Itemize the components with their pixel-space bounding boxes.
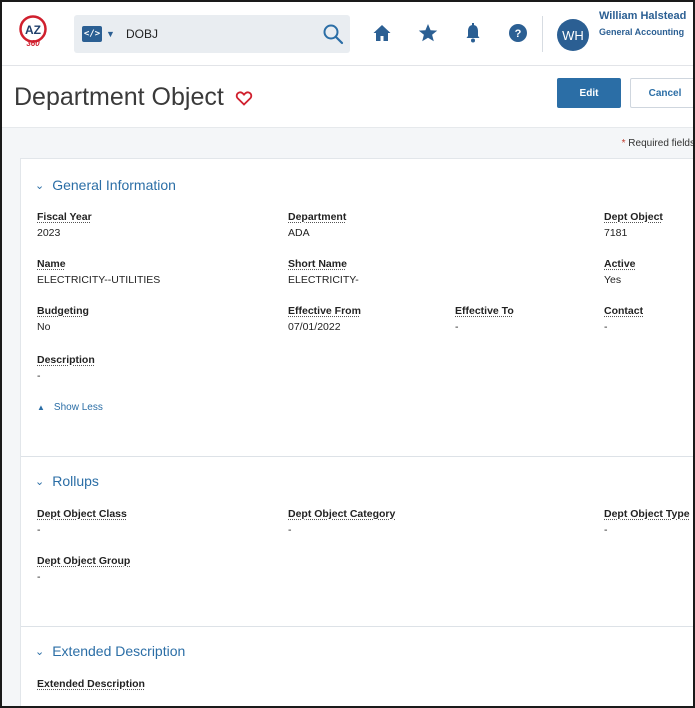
triangle-up-icon: ▲ xyxy=(37,403,45,412)
home-icon[interactable] xyxy=(371,22,393,44)
show-less-label: Show Less xyxy=(53,402,103,413)
cancel-button[interactable]: Cancel xyxy=(630,78,693,108)
page-header: Department Object Edit Cancel xyxy=(2,66,693,128)
extended-description-label: Extended Description xyxy=(37,678,145,690)
help-icon[interactable]: ? xyxy=(507,22,529,44)
dept-object-type-label: Dept Object Type xyxy=(604,508,690,520)
section-rollups-title: Rollups xyxy=(52,473,99,489)
search-bar: </> ▼ xyxy=(74,15,350,53)
dept-object-label: Dept Object xyxy=(604,211,663,223)
page-title: Department Object xyxy=(14,83,224,111)
show-less-link[interactable]: ▲ Show Less xyxy=(37,402,103,413)
required-fields-note: * Required fields xyxy=(622,138,695,149)
svg-text:360: 360 xyxy=(26,39,40,47)
effective-to-value: - xyxy=(455,321,459,333)
effective-from-label: Effective From xyxy=(288,305,361,317)
effective-to-label: Effective To xyxy=(455,305,514,317)
budgeting-label: Budgeting xyxy=(37,305,89,317)
app-frame: AZ 360 </> ▼ DOBJ ? WH William Halstead … xyxy=(0,0,695,708)
required-text: Required fields xyxy=(625,138,695,149)
section-rollups-toggle[interactable]: ⌄ Rollups xyxy=(35,473,99,489)
department-label: Department xyxy=(288,211,347,223)
top-bar: AZ 360 </> ▼ DOBJ ? WH William Halstead … xyxy=(2,2,693,66)
search-icon[interactable] xyxy=(321,22,345,46)
code-icon: </> xyxy=(82,26,102,42)
section-extended-title: Extended Description xyxy=(52,643,186,659)
dept-object-class-value: - xyxy=(37,524,41,536)
contact-value: - xyxy=(604,321,608,333)
edit-button[interactable]: Edit xyxy=(557,78,621,108)
fiscal-year-label: Fiscal Year xyxy=(37,211,92,223)
effective-from-value: 07/01/2022 xyxy=(288,321,341,333)
section-general-toggle[interactable]: ⌄ General Information xyxy=(35,177,176,193)
active-value: Yes xyxy=(604,274,622,286)
short-name-value: ELECTRICITY- xyxy=(288,274,359,286)
description-value: - xyxy=(37,370,41,382)
dept-object-type-value: - xyxy=(604,524,608,536)
logo-icon[interactable]: AZ 360 xyxy=(18,15,48,48)
chevron-down-icon: ⌄ xyxy=(35,179,45,192)
fiscal-year-value: 2023 xyxy=(37,227,61,239)
budgeting-value: No xyxy=(37,321,51,333)
avatar[interactable]: WH xyxy=(557,19,589,51)
chevron-down-icon: ⌄ xyxy=(35,475,45,488)
star-icon[interactable] xyxy=(417,22,439,44)
chevron-down-icon: ⌄ xyxy=(35,645,45,658)
section-divider xyxy=(21,626,693,627)
detail-card: ⌄ General Information Fiscal Year 2023 D… xyxy=(20,158,693,706)
active-label: Active xyxy=(604,258,636,270)
dept-object-category-label: Dept Object Category xyxy=(288,508,396,520)
content-area: * Required fields ⌄ General Information … xyxy=(2,128,695,706)
short-name-label: Short Name xyxy=(288,258,347,270)
heart-icon[interactable] xyxy=(235,89,253,107)
header-divider xyxy=(542,16,543,52)
dept-object-category-value: - xyxy=(288,524,292,536)
department-value: ADA xyxy=(288,227,310,239)
svg-text:AZ: AZ xyxy=(25,23,41,37)
bell-icon[interactable] xyxy=(462,22,484,44)
dept-object-group-value: - xyxy=(37,571,41,583)
section-divider xyxy=(21,456,693,457)
section-extended-toggle[interactable]: ⌄ Extended Description xyxy=(35,643,185,659)
user-role: General Accounting xyxy=(599,27,685,37)
dept-object-class-label: Dept Object Class xyxy=(37,508,127,520)
name-label: Name xyxy=(37,258,66,270)
section-general-title: General Information xyxy=(52,177,176,193)
description-label: Description xyxy=(37,354,95,366)
name-value: ELECTRICITY--UTILITIES xyxy=(37,274,161,286)
dept-object-group-label: Dept Object Group xyxy=(37,555,131,567)
user-name[interactable]: William Halstead xyxy=(599,10,686,22)
svg-text:?: ? xyxy=(515,28,522,40)
contact-label: Contact xyxy=(604,305,644,317)
chevron-down-icon: ▼ xyxy=(106,29,115,39)
dept-object-value: 7181 xyxy=(604,227,628,239)
search-scope-dropdown[interactable]: </> ▼ xyxy=(82,25,120,43)
search-input[interactable] xyxy=(126,24,306,44)
